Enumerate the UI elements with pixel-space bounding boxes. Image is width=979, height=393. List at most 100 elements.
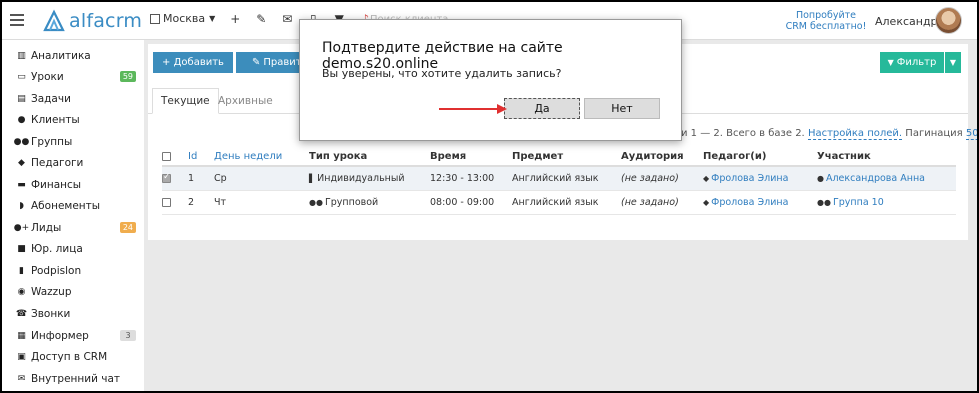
sidebar-item-teachers[interactable]: ◆ Педагоги [16, 155, 138, 171]
sidebar-item-label: Юр. лица [31, 243, 83, 255]
sidebar-item-podpislon[interactable]: ▮ Podpislon [16, 263, 138, 279]
sidebar-item-informer[interactable]: ▦ Информер 3 [16, 328, 138, 344]
sidebar-item-label: Уроки [31, 71, 64, 83]
column-header-id[interactable]: Id [188, 148, 214, 167]
sidebar-item-clients[interactable]: ● Клиенты [16, 112, 138, 128]
sidebar-item-label: Задачи [31, 93, 71, 105]
avatar[interactable] [935, 7, 962, 34]
row-select-cell [162, 166, 188, 191]
cell-participant[interactable]: ●● Группа 10 [817, 190, 956, 215]
try-crm-link[interactable]: Попробуйте CRM бесплатно! [785, 10, 867, 32]
sidebar-item-calls[interactable]: ☎ Звонки [16, 306, 138, 322]
cell-id: 2 [188, 190, 214, 215]
confirm-yes-button[interactable]: Да [504, 98, 580, 119]
select-all-checkbox[interactable] [162, 151, 171, 161]
group-icon: ●● [817, 197, 831, 207]
sidebar-item-analytics[interactable]: ▥ Аналитика [16, 48, 138, 64]
select-all-header [162, 148, 188, 167]
sidebar-item-finance[interactable]: ▬ Финансы [16, 177, 138, 193]
cell-teacher[interactable]: ◆ Фролова Элина [703, 166, 817, 191]
user-name[interactable]: Александра [875, 15, 944, 28]
group-icon: ●● [13, 137, 30, 147]
sidebar-item-subscriptions[interactable]: ◗ Абонементы [16, 198, 138, 214]
table-row[interactable]: 1 Ср ▌Индивидуальный 12:30 - 13:00 Англи… [162, 166, 956, 191]
sidebar-item-label: Информер [31, 330, 89, 342]
phone-icon: ☎ [15, 309, 28, 319]
column-header-room: Аудитория [621, 148, 703, 167]
plus-icon[interactable]: + [229, 12, 241, 26]
tab-archive[interactable]: Архивные [210, 88, 281, 114]
money-icon: ▬ [17, 180, 26, 190]
graduation-cap-icon: ◆ [703, 197, 710, 207]
graduation-cap-icon: ◆ [703, 173, 710, 183]
sidebar-item-leads[interactable]: ●+ Лиды 24 [14, 220, 138, 236]
sidebar-item-label: Абонементы [31, 200, 101, 212]
row-checkbox[interactable] [162, 197, 171, 207]
file-icon: ▮ [19, 266, 24, 276]
branch-selector[interactable]: Москва ▼ [150, 12, 215, 25]
filter-dropdown-toggle[interactable]: ▼ [945, 52, 961, 73]
annotation-arrow-icon [439, 104, 507, 114]
teacher-link[interactable]: Фролова Элина [711, 173, 788, 184]
building-icon [150, 13, 160, 24]
whatsapp-icon: ◉ [17, 287, 26, 297]
teacher-link[interactable]: Фролова Элина [711, 197, 788, 208]
field-settings-link[interactable]: Настройка полей. [807, 128, 903, 140]
pagination-label: Пагинация [905, 128, 963, 139]
row-checkbox[interactable] [162, 172, 171, 183]
edit-button[interactable]: ✎ Править [236, 52, 308, 73]
logo-text: alfacrm [69, 10, 143, 32]
tab-current[interactable]: Текущие [152, 88, 219, 114]
cell-subject: Английский язык [512, 190, 621, 215]
participant-link[interactable]: Александрова Анна [826, 173, 925, 184]
lock-icon: ▣ [17, 352, 26, 362]
logo[interactable]: alfacrm [42, 8, 142, 34]
cell-day: Ср [214, 166, 309, 191]
sidebar-item-legal-entities[interactable]: ■ Юр. лица [16, 241, 138, 257]
filter-button[interactable]: ▼ Фильтр [880, 52, 944, 73]
column-header-participant: Участник [817, 148, 956, 167]
sidebar-item-internal-chat[interactable]: ✉ Внутренний чат [16, 371, 138, 387]
sidebar-item-label: Podpislon [31, 265, 82, 277]
table-row[interactable]: 2 Чт ●● Групповой 08:00 - 09:00 Английски… [162, 190, 956, 215]
sidebar: ▥ Аналитика ▭ Уроки 59 ▤ Задачи ● Клиент… [2, 40, 144, 391]
sidebar-item-label: Аналитика [31, 50, 91, 62]
filter-button-label: Фильтр [896, 57, 937, 68]
cell-type: ▌ Индивидуальный [309, 166, 430, 191]
calendar-icon: ▭ [17, 72, 26, 82]
analytics-icon: ▥ [17, 51, 26, 61]
sidebar-item-crm-access[interactable]: ▣ Доступ в CRM [16, 349, 138, 365]
participant-link[interactable]: Группа 10 [833, 197, 884, 208]
cell-participant[interactable]: ● Александрова Анна [817, 166, 956, 191]
cell-teacher[interactable]: ◆ Фролова Элина [703, 190, 817, 215]
sidebar-item-tasks[interactable]: ▤ Задачи [16, 91, 138, 107]
sidebar-item-wazzup[interactable]: ◉ Wazzup [16, 284, 138, 300]
sidebar-item-label: Группы [31, 136, 73, 148]
sidebar-item-label: Внутренний чат [31, 373, 120, 385]
wrench-icon[interactable]: ✎ [255, 12, 267, 26]
menu-burger-icon[interactable] [10, 14, 24, 26]
lessons-count-badge: 59 [119, 71, 136, 82]
cell-id: 1 [188, 166, 214, 191]
sidebar-item-label: Финансы [31, 179, 82, 191]
user-icon: ● [817, 173, 824, 183]
cell-type: ●● Групповой [309, 190, 430, 215]
sidebar-item-label: Педагоги [31, 157, 84, 169]
cell-type-text: Групповой [324, 196, 379, 208]
pencil-icon: ✎ [252, 57, 261, 68]
pagination-size-link[interactable]: 50 строк [965, 128, 977, 140]
sidebar-item-groups[interactable]: ●● Группы [13, 134, 138, 150]
chevron-down-icon: ▼ [209, 14, 216, 23]
add-button[interactable]: + Добавить [153, 52, 233, 73]
table-header-row: Id День недели Тип урока Время Предмет А… [162, 148, 956, 167]
confirm-no-button[interactable]: Нет [584, 98, 660, 119]
column-header-day[interactable]: День недели [214, 148, 309, 167]
sidebar-item-label: Лиды [31, 222, 62, 234]
individual-icon: ▌ [309, 173, 316, 183]
confirm-dialog: Подтвердите действие на сайте demo.s20.o… [299, 19, 682, 141]
envelope-icon[interactable]: ✉ [281, 12, 293, 26]
filter-icon: ▼ [887, 58, 894, 67]
sidebar-item-lessons[interactable]: ▭ Уроки 59 [16, 69, 138, 85]
cell-time: 12:30 - 13:00 [430, 166, 512, 191]
confirm-dialog-message: Вы уверены, что хотите удалить запись? [322, 67, 562, 80]
